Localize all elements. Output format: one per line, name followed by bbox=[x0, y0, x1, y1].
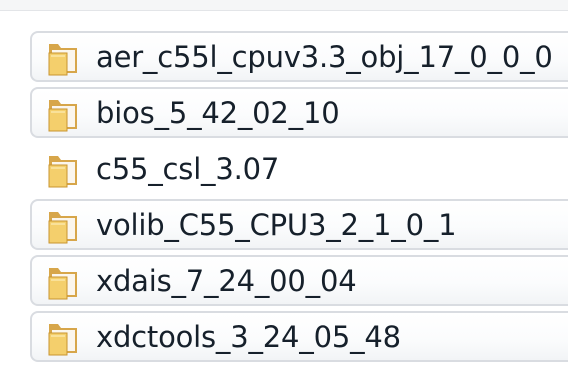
folder-icon bbox=[48, 156, 77, 188]
folder-name: volib_C55_CPU3_2_1_0_1 bbox=[96, 208, 457, 242]
folder-name: xdctools_3_24_05_48 bbox=[96, 320, 401, 354]
folder-row[interactable]: volib_C55_CPU3_2_1_0_1 bbox=[30, 199, 568, 250]
folder-name: c55_csl_3.07 bbox=[96, 152, 280, 186]
folder-name: xdais_7_24_00_04 bbox=[96, 264, 357, 298]
folder-row[interactable]: c55_csl_3.07 bbox=[30, 143, 568, 194]
folder-row[interactable]: bios_5_42_02_10 bbox=[30, 87, 568, 138]
file-list: aer_c55l_cpuv3.3_obj_17_0_0_0 bios_5_42_… bbox=[30, 31, 568, 367]
folder-icon bbox=[48, 44, 77, 76]
folder-row[interactable]: xdctools_3_24_05_48 bbox=[30, 311, 568, 362]
folder-row[interactable]: aer_c55l_cpuv3.3_obj_17_0_0_0 bbox=[30, 31, 568, 82]
folder-row[interactable]: xdais_7_24_00_04 bbox=[30, 255, 568, 306]
folder-icon bbox=[48, 268, 77, 300]
folder-icon bbox=[48, 324, 77, 356]
top-toolbar-edge bbox=[0, 0, 568, 11]
folder-icon bbox=[48, 212, 77, 244]
folder-name: aer_c55l_cpuv3.3_obj_17_0_0_0 bbox=[96, 40, 553, 74]
folder-name: bios_5_42_02_10 bbox=[96, 96, 340, 130]
folder-icon bbox=[48, 100, 77, 132]
